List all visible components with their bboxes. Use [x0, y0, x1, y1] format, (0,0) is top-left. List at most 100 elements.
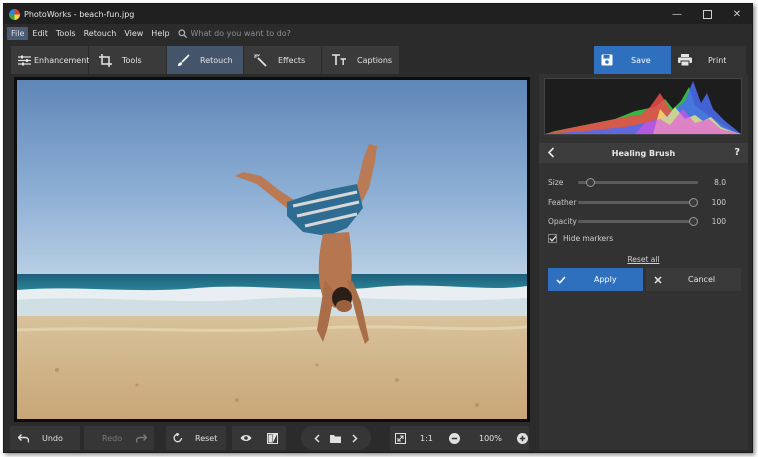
main-tabs: Enhancement Tools Retouch Effects Captio…: [11, 46, 400, 74]
back-arrow-icon[interactable]: [547, 147, 555, 160]
reset-group: Reset: [166, 426, 226, 450]
tab-label: Tools: [122, 55, 142, 65]
compare-button[interactable]: [267, 426, 279, 450]
zoom-out-icon: [449, 432, 460, 444]
feather-slider-knob[interactable]: [689, 197, 698, 207]
size-slider[interactable]: [578, 177, 698, 187]
histogram-graph: [545, 81, 741, 134]
zoom-in-icon: [517, 432, 528, 444]
tab-retouch[interactable]: Retouch: [167, 46, 244, 74]
opacity-slider-knob[interactable]: [689, 216, 698, 226]
chevron-left-icon: [314, 433, 320, 443]
feather-value: 100: [711, 197, 726, 207]
fit-screen-icon: [395, 432, 406, 444]
undo-label: Undo: [42, 433, 63, 443]
floppy-disk-icon: [601, 54, 613, 66]
opacity-slider-row: Opacity 100: [548, 214, 743, 228]
zoom-level[interactable]: 100%: [479, 426, 502, 450]
checkmark-icon: [556, 275, 566, 284]
panel-header: Healing Brush ?: [539, 143, 748, 163]
photo-frame: [14, 77, 530, 422]
menu-help[interactable]: Help: [147, 27, 173, 40]
tab-label: Retouch: [200, 55, 233, 65]
menu-tools[interactable]: Tools: [52, 27, 80, 40]
previous-image-button[interactable]: [310, 431, 324, 445]
close-icon[interactable]: ✕: [722, 4, 752, 24]
redo-icon: [136, 433, 148, 442]
minimize-icon[interactable]: —: [662, 4, 692, 24]
help-icon[interactable]: ?: [734, 147, 740, 158]
tab-tools[interactable]: Tools: [89, 46, 167, 74]
window-title: PhotoWorks - beach-fun.jpg: [24, 9, 135, 19]
tab-effects[interactable]: Effects: [244, 46, 322, 74]
compare-icon: [267, 432, 279, 444]
histogram: [544, 78, 742, 135]
cancel-label: Cancel: [688, 275, 716, 284]
reset-button[interactable]: Reset: [173, 426, 217, 450]
save-label: Save: [631, 55, 651, 65]
reset-label: Reset: [195, 433, 218, 443]
menu-edit[interactable]: Edit: [28, 27, 52, 40]
hide-markers-checkbox[interactable]: [548, 234, 557, 243]
apply-label: Apply: [594, 275, 617, 284]
panel-title: Healing Brush: [611, 148, 676, 158]
cancel-button[interactable]: Cancel: [646, 268, 741, 291]
zoom-out-button[interactable]: [449, 426, 460, 450]
fit-to-screen-button[interactable]: [395, 426, 406, 450]
tab-captions[interactable]: Captions: [322, 46, 400, 74]
apply-button[interactable]: Apply: [548, 268, 643, 291]
menu-file[interactable]: File: [7, 27, 29, 40]
sliders-icon: [18, 55, 31, 66]
feather-slider[interactable]: [578, 197, 698, 207]
tab-label: Enhancement: [34, 55, 90, 65]
folder-icon: [330, 434, 342, 443]
preview-eye-button[interactable]: [240, 426, 252, 450]
close-icon: [654, 275, 662, 284]
open-folder-button[interactable]: [329, 431, 343, 445]
photo-canvas[interactable]: [10, 74, 535, 424]
view-group: [232, 426, 286, 450]
next-image-button[interactable]: [348, 431, 362, 445]
reset-all-link[interactable]: Reset all: [539, 255, 748, 264]
reset-icon: [173, 433, 183, 443]
title-bar: PhotoWorks - beach-fun.jpg — ✕: [4, 4, 752, 24]
beach-photo[interactable]: [17, 80, 527, 419]
chevron-right-icon: [352, 433, 358, 443]
maximize-icon[interactable]: [692, 4, 722, 24]
hide-markers-label[interactable]: Hide markers: [563, 234, 613, 243]
size-label: Size: [548, 177, 564, 187]
size-slider-row: Size 8.0: [548, 175, 743, 189]
print-button[interactable]: Print: [671, 46, 746, 74]
undo-icon: [18, 433, 29, 442]
redo-button[interactable]: Redo: [102, 426, 148, 450]
tab-label: Captions: [357, 55, 393, 65]
search-input[interactable]: [190, 29, 331, 38]
tab-label: Effects: [278, 55, 306, 65]
search-icon: [177, 29, 187, 38]
feather-label: Feather: [548, 197, 577, 207]
hide-markers-row: Hide markers: [548, 234, 613, 243]
menu-view[interactable]: View: [120, 27, 147, 40]
opacity-slider[interactable]: [578, 216, 698, 226]
tab-enhancement[interactable]: Enhancement: [11, 46, 89, 74]
eye-icon: [240, 435, 252, 441]
save-button[interactable]: Save: [594, 46, 671, 74]
size-slider-knob[interactable]: [586, 177, 595, 187]
print-label: Print: [708, 55, 727, 65]
opacity-label: Opacity: [548, 216, 577, 226]
bottom-toolbar: Undo Redo Reset 1:1 100%: [10, 426, 535, 450]
zoom-in-button[interactable]: [517, 426, 528, 450]
text-icon: [332, 54, 347, 66]
undo-button[interactable]: Undo: [18, 426, 63, 450]
redo-label: Redo: [102, 433, 123, 443]
brush-icon: [177, 53, 190, 67]
file-navigation: [301, 426, 371, 450]
menu-retouch[interactable]: Retouch: [80, 27, 121, 40]
size-value: 8.0: [714, 177, 726, 187]
magic-wand-icon: [254, 53, 268, 67]
printer-icon: [678, 54, 692, 66]
opacity-value: 100: [711, 216, 726, 226]
feather-slider-row: Feather 100: [548, 195, 743, 209]
app-window: PhotoWorks - beach-fun.jpg — ✕ File Edit…: [3, 3, 753, 453]
actual-size-button[interactable]: 1:1: [420, 426, 433, 450]
